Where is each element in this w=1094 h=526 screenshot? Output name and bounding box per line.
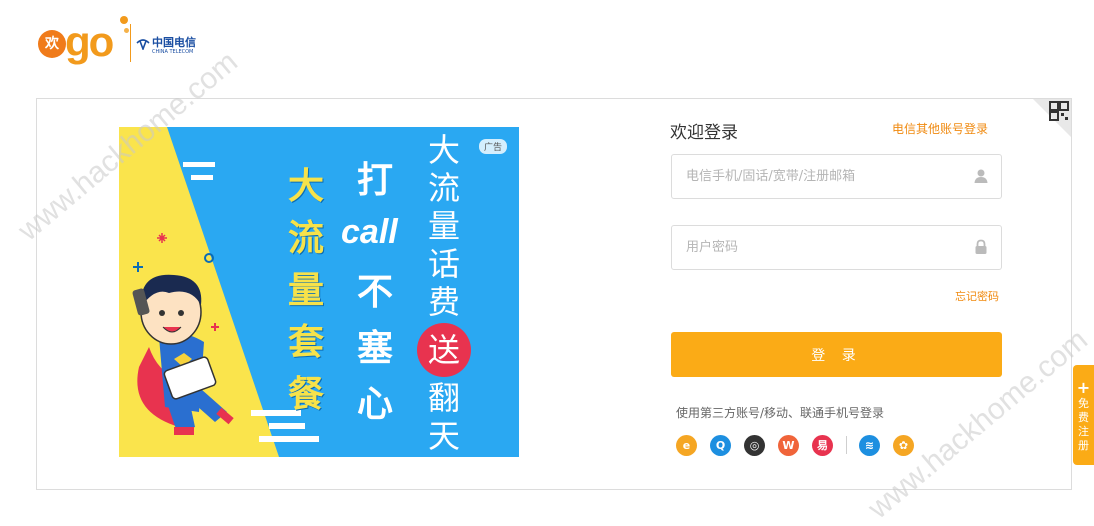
logo-badge: 欢: [38, 30, 66, 58]
password-field[interactable]: [671, 225, 1002, 270]
logo-dot: [120, 16, 128, 24]
plus-icon: +: [1076, 378, 1091, 397]
ad-mid-char: 塞: [356, 328, 393, 369]
weibo-icon[interactable]: W: [778, 434, 799, 456]
username-field[interactable]: [671, 154, 1002, 199]
ad-right-top: 大流量话费: [427, 131, 460, 321]
ad-label: 广告: [478, 139, 507, 154]
chat-icon[interactable]: 易: [812, 434, 833, 456]
partner-name-en: CHINA TELECOM: [152, 49, 194, 55]
ad-highlight-badge: 送: [417, 323, 471, 377]
ad-mid-char: 打: [356, 160, 393, 201]
logo-dot-small: [124, 28, 129, 33]
ad-banner[interactable]: 广告 大流量套餐 打 不 塞 心 call 大流量话费 送 翻天: [119, 127, 519, 457]
ad-mid-char: 心: [356, 384, 393, 425]
partner-name-cn: 中国电信: [152, 36, 196, 49]
aperture-icon[interactable]: ◎: [744, 434, 765, 456]
lock-icon: [975, 239, 987, 254]
china-unicom-icon[interactable]: ✿: [893, 434, 914, 456]
third-party-login-icons: e Q ◎ W 易 ≋ ✿: [676, 434, 927, 456]
ad-right-text: 大流量话费 送 翻天: [417, 131, 471, 455]
third-party-login-label: 使用第三方账号/移动、联通手机号登录: [676, 406, 885, 420]
ad-left-text: 大流量套餐: [287, 166, 324, 415]
logo-brand: go: [65, 18, 114, 65]
login-title: 欢迎登录: [670, 123, 738, 143]
login-button[interactable]: 登 录: [671, 332, 1002, 377]
ad-mid-char: 不: [356, 272, 393, 313]
china-mobile-icon[interactable]: ≋: [859, 434, 880, 456]
ad-call-word: call: [341, 213, 398, 251]
other-account-login-link[interactable]: 电信其他账号登录: [892, 120, 988, 137]
qr-code-icon: [1049, 101, 1069, 121]
site-logo[interactable]: 欢 go 中国电信 CHINA TELECOM: [38, 16, 228, 70]
free-register-tab[interactable]: + 免费注册: [1073, 365, 1094, 465]
qq-icon[interactable]: Q: [710, 434, 731, 456]
user-icon: [974, 169, 988, 183]
qr-login-toggle[interactable]: [1033, 99, 1071, 137]
logo-separator: [130, 24, 131, 62]
e-icon[interactable]: e: [676, 434, 697, 456]
china-telecom-icon: [136, 39, 150, 50]
password-input[interactable]: [672, 226, 966, 269]
ad-right-bottom: 翻天: [427, 379, 460, 455]
forgot-password-link[interactable]: 忘记密码: [955, 288, 999, 304]
icon-divider: [846, 436, 847, 454]
free-register-label: 免费注册: [1078, 397, 1089, 452]
ad-mid-text: 打 不 塞 心: [349, 153, 401, 433]
username-input[interactable]: [672, 155, 966, 198]
